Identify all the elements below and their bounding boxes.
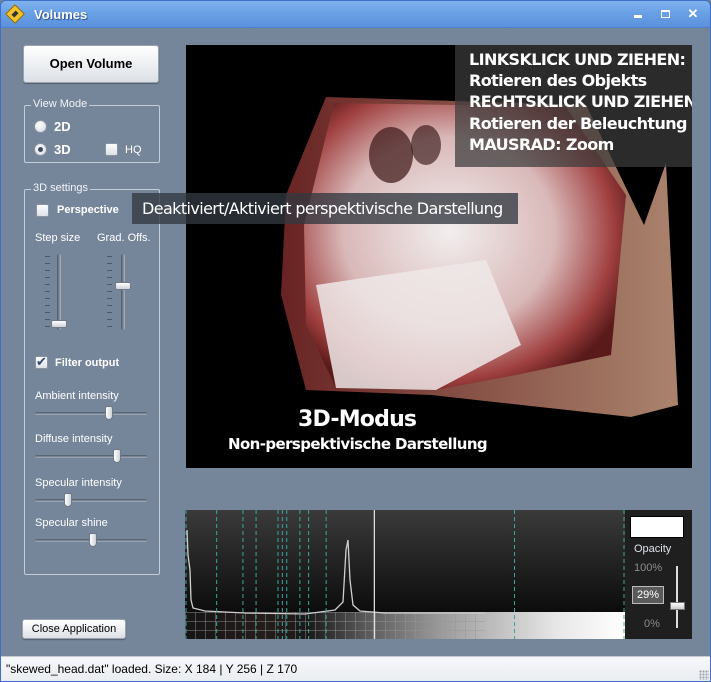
close-window-button[interactable]: ✕ [683, 5, 703, 23]
grad-offs-slider[interactable] [107, 252, 133, 332]
opacity-value[interactable]: 29% [632, 586, 664, 604]
opacity-panel: Opacity 100% 29% 0% [625, 510, 692, 639]
histogram-plot[interactable] [185, 510, 625, 639]
nasal-cavity [411, 125, 441, 165]
tick-mark [107, 312, 112, 313]
app-icon [5, 4, 25, 24]
tick-mark [107, 284, 112, 285]
opacity-slider-thumb[interactable] [670, 602, 685, 611]
slider-label: Diffuse intensity [35, 433, 113, 445]
tick-mark [107, 319, 112, 320]
hq-label[interactable]: HQ [125, 144, 142, 156]
grad-offs-track[interactable] [121, 254, 125, 330]
perspective-label[interactable]: Perspective [57, 204, 119, 216]
step-size-label: Step size [35, 232, 81, 244]
tick-mark [107, 270, 112, 271]
slider-label: Specular shine [35, 517, 108, 529]
status-bar: "skewed_head.dat" loaded. Size: X 184 | … [1, 656, 710, 681]
maximize-icon [660, 10, 670, 18]
tick-mark [107, 277, 112, 278]
minimize-icon [634, 15, 642, 18]
3d-render-viewport[interactable]: LINKSKLICK UND ZIEHEN: Rotieren des Obje… [186, 45, 692, 468]
tick-mark [45, 270, 50, 271]
mode-title: 3D-Modus [298, 407, 417, 432]
step-size-slider[interactable] [45, 252, 71, 332]
radio-2d-label[interactable]: 2D [54, 119, 71, 134]
slider-track[interactable] [35, 412, 147, 415]
tick-mark [107, 326, 112, 327]
tick-mark [45, 256, 50, 257]
tick-mark [45, 326, 50, 327]
tick-mark [45, 305, 50, 306]
step-size-ticks [45, 252, 50, 328]
hint-rotate-object: Rotieren des Objekts [469, 71, 647, 90]
opacity-slider-track[interactable] [676, 566, 678, 628]
tick-mark [45, 312, 50, 313]
close-icon: ✕ [687, 6, 699, 21]
radio-2d[interactable] [34, 120, 47, 133]
slider-label: Ambient intensity [35, 390, 119, 402]
tick-mark [45, 263, 50, 264]
tick-mark [45, 284, 50, 285]
3d-settings-label: 3D settings [31, 182, 91, 194]
slider-thumb[interactable] [104, 406, 113, 420]
radio-3d-label[interactable]: 3D [54, 142, 71, 157]
tick-mark [107, 298, 112, 299]
slider-track[interactable] [35, 455, 147, 458]
step-size-thumb[interactable] [51, 320, 67, 328]
histogram-curve [186, 529, 485, 615]
transfer-function-editor[interactable] [185, 510, 625, 639]
tick-mark [107, 263, 112, 264]
slider-label: Specular intensity [35, 477, 122, 489]
3d-settings-group: 3D settings Perspective Step size Grad. … [24, 182, 160, 575]
hint-left-click: LINKSKLICK UND ZIEHEN: [469, 50, 686, 69]
radio-3d[interactable] [34, 143, 47, 156]
resize-grip[interactable] [699, 670, 709, 680]
close-application-button[interactable]: Close Application [22, 619, 126, 639]
hint-rotate-light: Rotieren der Beleuchtung [469, 114, 688, 133]
opacity-label: Opacity [634, 543, 672, 555]
color-swatch[interactable] [630, 516, 684, 538]
hint-mousewheel: MAUSRAD: Zoom [469, 135, 614, 154]
volumes-window: Volumes ✕ Open Volume View Mode 2D 3D HQ… [0, 0, 711, 682]
grad-offs-label: Grad. Offs. [97, 232, 151, 244]
tick-mark [45, 277, 50, 278]
title-bar[interactable]: Volumes ✕ [1, 1, 710, 28]
grad-offs-ticks [107, 252, 112, 328]
window-title: Volumes [34, 7, 88, 22]
tick-mark [107, 291, 112, 292]
open-volume-button[interactable]: Open Volume [23, 45, 159, 83]
tick-mark [45, 319, 50, 320]
opacity-min-label: 0% [644, 618, 660, 630]
view-mode-group: View Mode 2D 3D HQ [24, 98, 160, 163]
status-text: "skewed_head.dat" loaded. Size: X 184 | … [6, 662, 298, 676]
slider-track[interactable] [35, 499, 147, 502]
grad-offs-thumb[interactable] [115, 281, 131, 290]
filter-output-label[interactable]: Filter output [55, 357, 119, 369]
eye-socket [369, 127, 413, 183]
tick-mark [45, 298, 50, 299]
controls-hint-box: LINKSKLICK UND ZIEHEN: Rotieren des Obje… [455, 45, 692, 167]
hq-checkbox[interactable] [105, 143, 118, 156]
slider-thumb[interactable] [64, 493, 73, 507]
slider-thumb[interactable] [113, 449, 121, 463]
tick-mark [107, 256, 112, 257]
slider-thumb[interactable] [89, 533, 98, 547]
perspective-checkbox[interactable] [36, 204, 49, 217]
hint-right-click: RECHTSKLICK UND ZIEHEN: [469, 92, 692, 111]
step-size-track[interactable] [57, 254, 61, 330]
opacity-max-label: 100% [634, 562, 663, 574]
view-mode-label: View Mode [31, 98, 90, 110]
mode-subtitle: Non-perspektivische Darstellung [228, 435, 488, 453]
tick-mark [107, 305, 112, 306]
filter-output-checkbox[interactable] [35, 354, 48, 370]
maximize-button[interactable] [655, 5, 675, 23]
tick-mark [45, 291, 50, 292]
perspective-tooltip: Deaktiviert/Aktiviert perspektivische Da… [132, 193, 518, 224]
minimize-button[interactable] [628, 5, 648, 23]
